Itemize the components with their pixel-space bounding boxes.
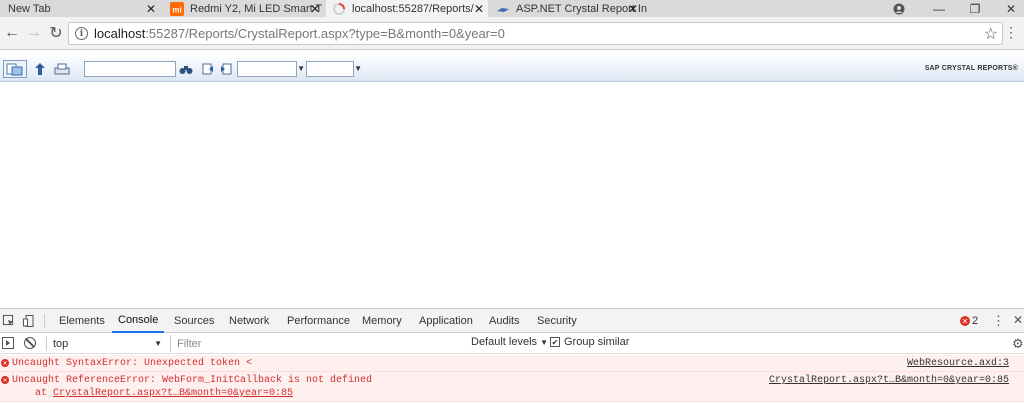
group-similar-label: Group similar: [564, 336, 630, 348]
binoculars-icon[interactable]: [178, 60, 194, 78]
filter-input[interactable]: Filter: [170, 335, 463, 352]
tab-application[interactable]: Application: [419, 309, 473, 333]
group-similar-toggle[interactable]: ✔ Group similar: [550, 336, 629, 348]
error-icon: ✕: [1, 359, 9, 367]
tab-label: Memory: [362, 315, 402, 327]
error-count-badge[interactable]: ✕ 2: [960, 309, 978, 333]
browser-toolbar: ← → ↻ i localhost:55287/Reports/CrystalR…: [0, 17, 1024, 50]
tab-audits[interactable]: Audits: [489, 309, 520, 333]
error-count: 2: [972, 315, 979, 327]
tab-localhost[interactable]: localhost:55287/Reports/ ✕: [326, 0, 488, 17]
page-select[interactable]: ▼: [237, 61, 305, 77]
restore-icon[interactable]: ❐: [960, 0, 990, 17]
message-source-link[interactable]: WebResource.axd:3: [907, 358, 1009, 369]
tab-label: Performance: [287, 315, 350, 327]
tab-label: Sources: [174, 315, 215, 327]
context-value: top: [53, 337, 69, 350]
error-icon: ✕: [1, 376, 9, 384]
gear-icon[interactable]: ⚙: [1012, 336, 1024, 352]
forward-arrow-icon[interactable]: →: [24, 23, 44, 43]
levels-dropdown[interactable]: Default levels ▼: [471, 336, 548, 348]
clear-console-icon[interactable]: [24, 337, 36, 349]
menu-dots-icon[interactable]: ⋮: [1004, 24, 1018, 41]
stack-prefix: at: [35, 388, 54, 399]
tab-security[interactable]: Security: [537, 309, 577, 333]
devtools-tabbar: Elements Console Sources Network Perform…: [0, 309, 1024, 333]
reload-icon[interactable]: ↻: [46, 23, 66, 43]
close-devtools-icon[interactable]: ✕: [1013, 313, 1023, 327]
tab-label: Security: [537, 315, 577, 327]
minimize-icon[interactable]: —: [924, 0, 954, 17]
chevron-down-icon: ▼: [540, 338, 549, 347]
profile-icon[interactable]: [884, 0, 914, 17]
close-icon[interactable]: ✕: [628, 2, 638, 16]
tab-performance[interactable]: Performance: [287, 309, 350, 333]
inspect-element-icon[interactable]: [2, 314, 16, 328]
info-icon[interactable]: i: [75, 27, 88, 40]
tab-label: Elements: [59, 315, 105, 327]
chevron-down-icon: ▼: [154, 339, 162, 348]
zoom-select[interactable]: ▼: [306, 61, 362, 77]
mi-logo-icon: mi: [170, 1, 184, 16]
svg-text:mi: mi: [172, 5, 181, 14]
close-icon[interactable]: ✕: [146, 2, 156, 16]
levels-label: Default levels: [471, 336, 538, 348]
crystal-toolbar: ▼ ▼ SAP CRYSTAL REPORTS®: [0, 57, 1024, 82]
bookmark-star-icon[interactable]: ☆: [984, 24, 998, 44]
address-bar[interactable]: i localhost:55287/Reports/CrystalReport.…: [68, 22, 1003, 45]
divider: [44, 314, 45, 328]
chevron-down-icon: ▼: [297, 64, 305, 73]
message-text: Uncaught ReferenceError: WebForm_InitCal…: [12, 375, 373, 386]
devtools-panel: Elements Console Sources Network Perform…: [0, 308, 1024, 403]
brand-logo: SAP CRYSTAL REPORTS®: [924, 65, 1018, 72]
browser-tab-strip: New Tab ✕ mi Redmi Y2, Mi LED Smart T ✕ …: [0, 0, 1024, 17]
tab-label: Audits: [489, 315, 520, 327]
back-arrow-icon[interactable]: ←: [2, 23, 22, 43]
console-filter-bar: top ▼ Filter Default levels ▼ ✔ Group si…: [0, 333, 1024, 354]
tab-label: Network: [229, 315, 270, 327]
search-text-input[interactable]: [84, 61, 176, 77]
message-text: Uncaught SyntaxError: Unexpected token <: [12, 358, 253, 369]
context-select[interactable]: top ▼: [46, 336, 166, 351]
tab-redmi[interactable]: mi Redmi Y2, Mi LED Smart T ✕: [164, 0, 324, 17]
url-host: localhost: [94, 26, 146, 41]
url-path: :55287/Reports/CrystalReport.aspx?type=B…: [145, 26, 505, 41]
goto-page-icon[interactable]: [219, 60, 233, 78]
tab-aspnet[interactable]: ASP.NET Crystal Report In ✕: [490, 0, 650, 17]
tab-elements[interactable]: Elements: [59, 309, 105, 333]
print-icon[interactable]: [52, 60, 72, 78]
tab-title: localhost:55287/Reports/: [352, 2, 474, 15]
more-options-icon[interactable]: ⋮: [992, 313, 1005, 329]
loading-spinner-icon: [332, 2, 346, 16]
report-viewer-area: [0, 83, 1024, 308]
checkbox-checked-icon[interactable]: ✔: [550, 337, 560, 347]
close-icon[interactable]: ✕: [474, 2, 484, 16]
stack-trace: at CrystalReport.aspx?t…B&month=0&year=0…: [35, 388, 293, 399]
tab-label: Application: [419, 315, 473, 327]
bird-icon: [496, 2, 510, 16]
tab-title: New Tab: [8, 2, 51, 15]
parent-up-icon[interactable]: [32, 60, 48, 78]
console-message: ✕ Uncaught SyntaxError: Unexpected token…: [0, 355, 1024, 372]
tab-title: Redmi Y2, Mi LED Smart T: [190, 2, 323, 15]
error-icon: ✕: [960, 316, 970, 326]
chevron-down-icon: ▼: [354, 64, 362, 73]
tab-console[interactable]: Console: [112, 309, 165, 333]
show-drawer-icon[interactable]: [2, 337, 14, 349]
export-icon[interactable]: [3, 60, 27, 78]
tab-memory[interactable]: Memory: [362, 309, 402, 333]
message-source-link[interactable]: CrystalReport.aspx?t…B&month=0&year=0:85: [769, 375, 1009, 386]
tab-new-tab[interactable]: New Tab ✕: [0, 0, 162, 17]
close-window-icon[interactable]: ✕: [996, 0, 1024, 17]
device-toggle-icon[interactable]: [22, 314, 36, 328]
tab-network[interactable]: Network: [229, 309, 269, 333]
tab-label: Console: [118, 314, 159, 326]
console-message: ✕ Uncaught ReferenceError: WebForm_InitC…: [0, 372, 1024, 402]
stack-link[interactable]: CrystalReport.aspx?t…B&month=0&year=0:85: [53, 388, 293, 399]
tab-sources[interactable]: Sources: [174, 309, 214, 333]
next-page-icon[interactable]: [201, 60, 215, 78]
close-icon[interactable]: ✕: [310, 2, 320, 16]
